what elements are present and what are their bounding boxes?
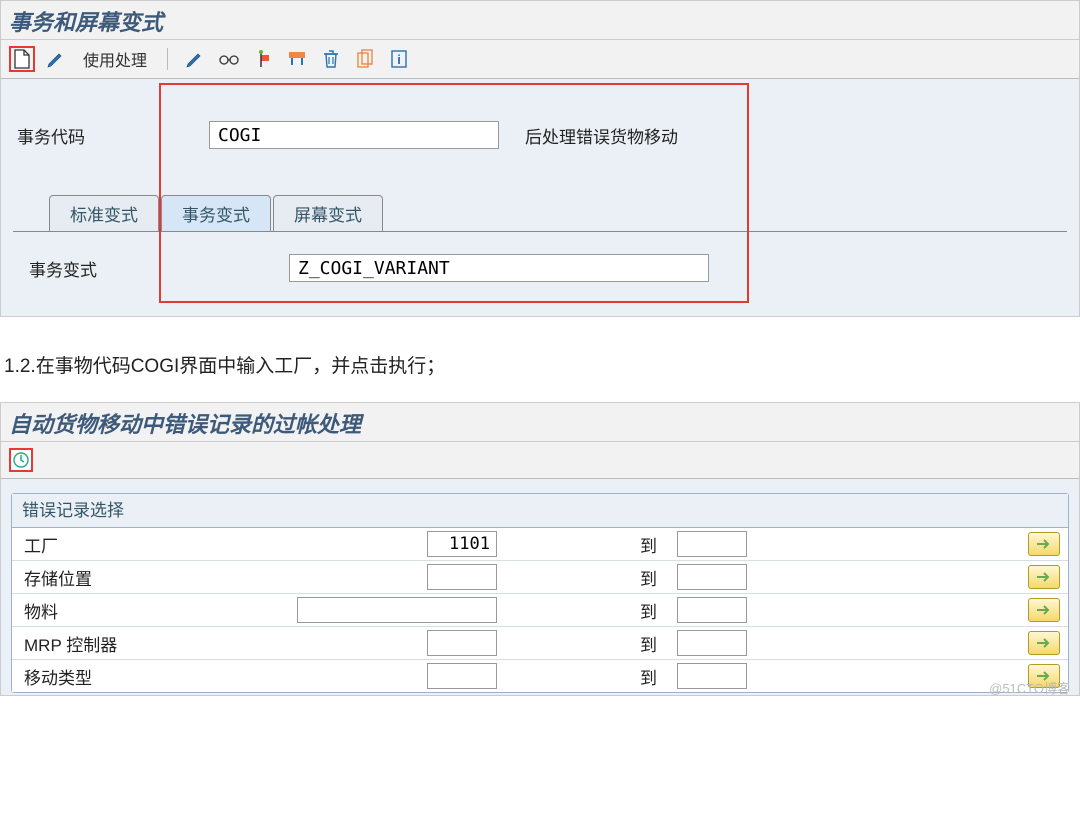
tcode-label: 事务代码 [13,123,193,148]
delete-trash-icon[interactable] [318,46,344,72]
tab-standard-variant[interactable]: 标准变式 [49,195,159,231]
check-flag-icon[interactable] [250,46,276,72]
variant-input[interactable] [289,254,709,282]
tcode-input[interactable] [209,121,499,149]
new-document-button[interactable] [9,46,35,72]
group-title: 错误记录选择 [12,494,1068,527]
multiple-selection-button[interactable] [1028,598,1060,622]
tcode-description: 后处理错误货物移动 [525,123,678,148]
change-pencil-icon[interactable] [182,46,208,72]
to-input[interactable] [677,564,747,590]
from-input[interactable] [427,630,497,656]
tab-transaction-variant[interactable]: 事务变式 [161,195,271,231]
to-label: 到 [497,565,677,590]
to-input[interactable] [677,597,747,623]
tcode-row: 事务代码 后处理错误货物移动 [13,115,1067,155]
copy-icon[interactable] [352,46,378,72]
row-label: MRP 控制器 [12,631,417,656]
to-label: 到 [497,532,677,557]
selection-row: MRP 控制器 到 [12,627,1068,660]
to-label: 到 [497,631,677,656]
row-label: 存储位置 [12,565,417,590]
step-caption: 1.2.在事物代码COGI界面中输入工厂，并点击执行； [0,317,1080,402]
tabstrip: 标准变式 事务变式 屏幕变式 [49,195,1067,231]
body-2: 错误记录选择 工厂到存储位置到物料到MRP 控制器到移动类型到 [1,479,1079,695]
toolbar-1: 使用处理 i [1,40,1079,79]
to-input[interactable] [677,531,747,557]
window-title-1: 事务和屏幕变式 [1,1,1079,40]
cogi-selection-window: 自动货物移动中错误记录的过帐处理 错误记录选择 工厂到存储位置到物料到MRP 控… [0,402,1080,696]
selection-row: 工厂 到 [12,528,1068,561]
use-processing-label[interactable]: 使用处理 [77,47,153,71]
body-1: 事务代码 后处理错误货物移动 标准变式 事务变式 屏幕变式 事务变式 [1,79,1079,316]
svg-text:i: i [397,52,401,67]
row-label: 工厂 [12,532,417,557]
execute-button[interactable] [9,448,33,472]
selection-row: 物料 到 [12,594,1068,627]
from-input[interactable] [427,531,497,557]
multiple-selection-button[interactable] [1028,532,1060,556]
transport-icon[interactable] [284,46,310,72]
tab-content-transaction: 事务变式 [13,231,1067,312]
to-label: 到 [497,598,677,623]
display-glasses-icon[interactable] [216,46,242,72]
edit-pencil-icon[interactable] [43,46,69,72]
from-input[interactable] [427,564,497,590]
tab-screen-variant[interactable]: 屏幕变式 [273,195,383,231]
multiple-selection-button[interactable] [1028,565,1060,589]
selection-rows: 工厂到存储位置到物料到MRP 控制器到移动类型到 [12,527,1068,692]
error-record-selection-group: 错误记录选择 工厂到存储位置到物料到MRP 控制器到移动类型到 [11,493,1069,693]
from-input[interactable] [297,597,497,623]
info-icon[interactable]: i [386,46,412,72]
selection-row: 存储位置 到 [12,561,1068,594]
transaction-variant-window: 事务和屏幕变式 使用处理 i [0,0,1080,317]
variant-row: 事务变式 [25,248,1055,288]
window-title-2: 自动货物移动中错误记录的过帐处理 [1,403,1079,442]
row-label: 物料 [12,598,287,623]
watermark: @51CTO博客 [0,678,1080,697]
to-input[interactable] [677,630,747,656]
variant-label: 事务变式 [25,256,273,281]
multiple-selection-button[interactable] [1028,631,1060,655]
toolbar-2 [1,442,1079,479]
toolbar-separator [167,48,168,70]
